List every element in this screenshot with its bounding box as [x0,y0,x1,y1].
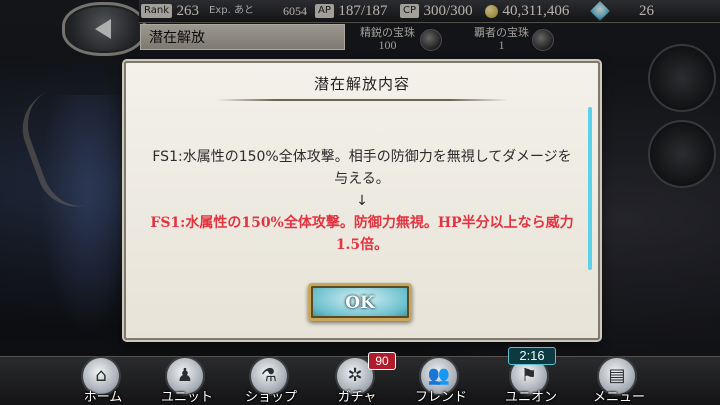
ok-button[interactable]: OK [308,283,412,321]
nav-menu-label: メニュー [592,390,645,405]
title-divider [216,99,508,101]
after-description-line2: 1.5倍。 [335,237,389,253]
down-arrow-icon: ↓ [356,193,368,209]
before-description-line2: 与える。 [334,171,390,187]
potential-release-dialog: 潜在解放内容 FS1:水属性の150%全体攻撃。相手の防御力を無視してダメージを… [124,61,600,340]
dialog-body: FS1:水属性の150%全体攻撃。相手の防御力を無視してダメージを 与える。 ↓… [148,146,576,256]
before-description-line1: FS1:水属性の150%全体攻撃。相手の防御力を無視してダメージを [152,149,572,165]
after-description-line1: FS1:水属性の150%全体攻撃。防御力無視。HP半分以上なら威力 [150,215,574,231]
gacha-count-badge: 90 [368,352,396,370]
nav-menu[interactable]: ▤ メニュー [586,356,652,405]
nav-friend-label: フレンド [414,390,467,405]
nav-home[interactable]: ⌂ ホーム [70,356,136,405]
nav-home-label: ホーム [83,390,123,405]
nav-gacha-label: ガチャ [337,390,377,405]
dialog-scrollbar[interactable] [588,107,592,270]
nav-unit-label: ユニット [160,390,213,405]
union-timer: 2:16 [508,347,556,365]
nav-union-label: ユニオン [504,390,557,405]
nav-shop[interactable]: ⚗ ショップ [238,356,304,405]
dialog-title: 潜在解放内容 [313,75,410,93]
nav-unit[interactable]: ♟ ユニット [154,356,220,405]
nav-friend[interactable]: 👥 フレンド [408,356,474,405]
nav-shop-label: ショップ [244,390,297,405]
